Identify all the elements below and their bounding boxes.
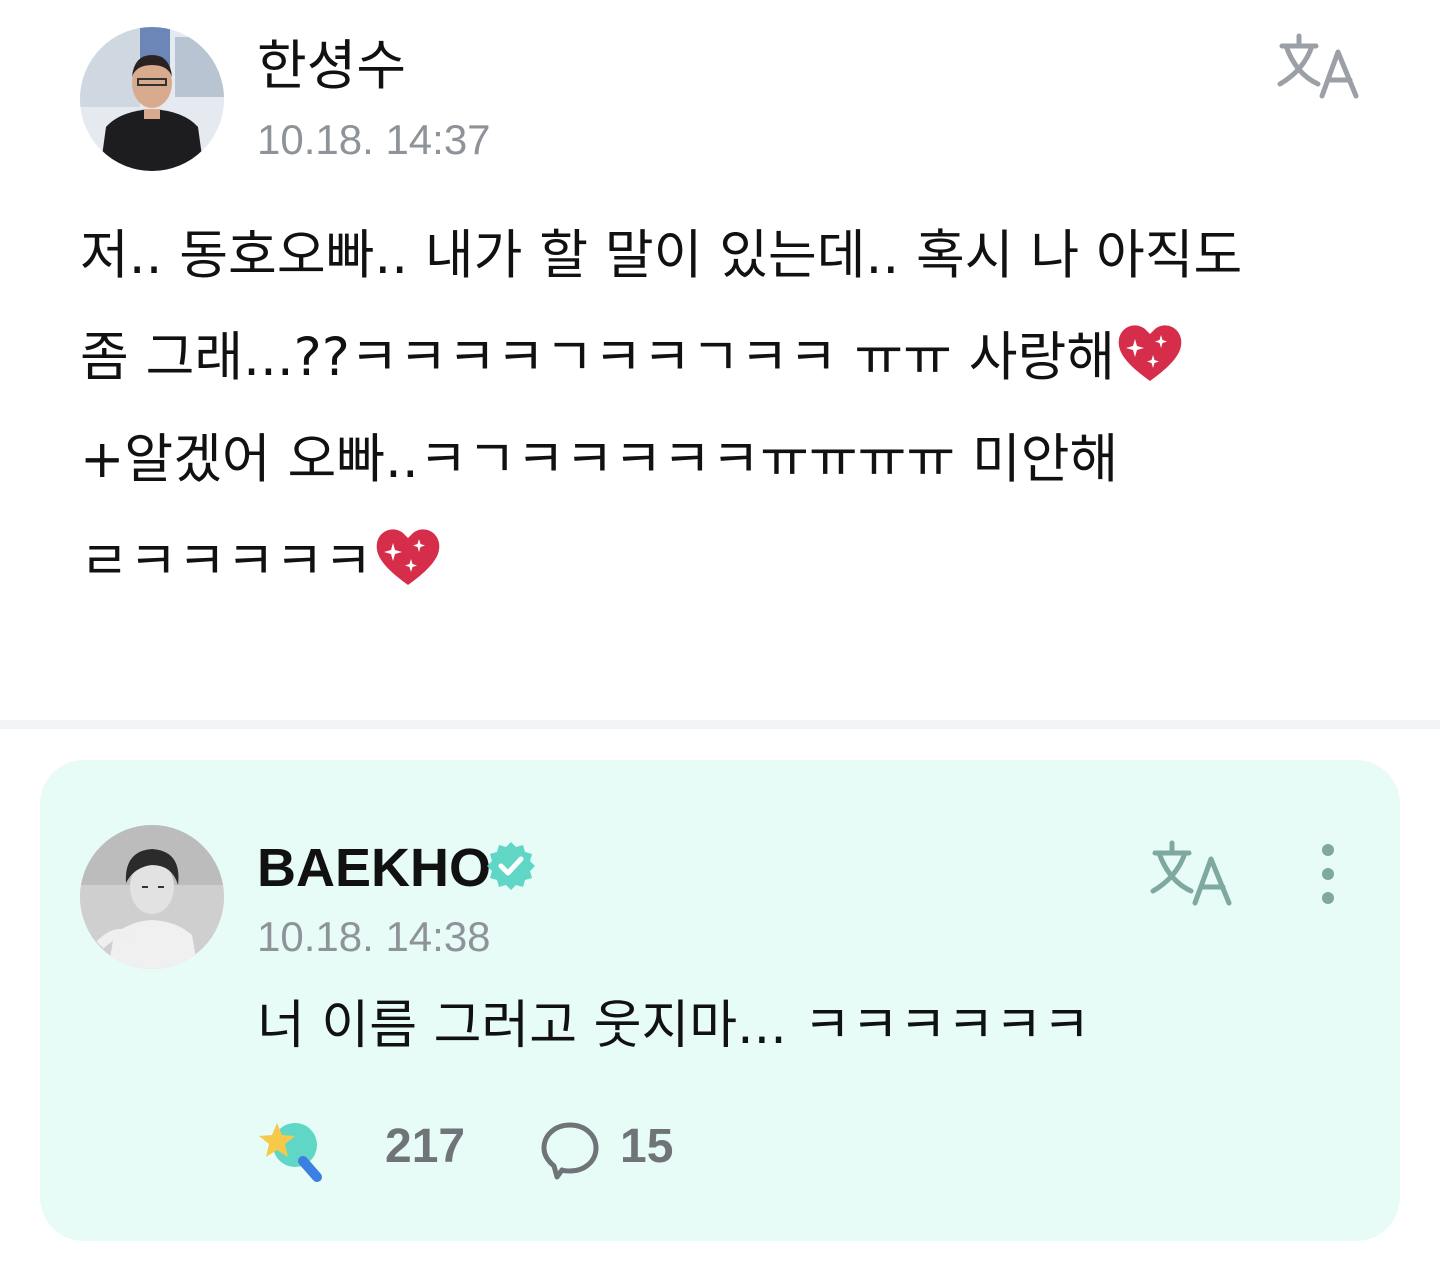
author-avatar[interactable] xyxy=(80,27,224,171)
post-body: 저.. 동호오빠.. 내가 할 말이 있는데.. 혹시 나 아직도 좀 그래..… xyxy=(80,205,1370,613)
post-timestamp: 10.18. 14:37 xyxy=(257,116,491,163)
reply-text: 너 이름 그러고 웃지마... ㅋㅋㅋㅋㅋㅋ xyxy=(257,996,1091,1056)
post-line-with-emoji: ㄹㅋㅋㅋㅋㅋ xyxy=(80,511,1370,613)
like-count: 217 xyxy=(385,1120,466,1173)
verified-badge-icon xyxy=(485,840,537,892)
more-vertical-icon[interactable] xyxy=(1310,842,1346,912)
reply-author-name[interactable]: BAEKHO xyxy=(257,836,491,900)
translate-icon[interactable] xyxy=(1145,837,1235,907)
comment-icon[interactable] xyxy=(539,1119,601,1181)
artist-reply-card[interactable]: BAEKHO 10.18. 14:38 너 이름 그러고 웃지마... ㅋㅋㅋㅋ… xyxy=(40,760,1400,1241)
post-line: 좀 그래...??ㅋㅋㅋㅋㄱㅋㅋㄱㅋㅋ ㅠㅠ 사랑해 xyxy=(80,327,1116,388)
comment-count: 15 xyxy=(620,1120,674,1173)
post-line: +알겠어 오빠..ㅋㄱㅋㅋㅋㅋㅋㅠㅠㅠㅠ 미안해 xyxy=(80,429,1119,490)
post-line: ㄹㅋㅋㅋㅋㅋ xyxy=(80,531,373,592)
author-name[interactable]: 한셩수 xyxy=(257,34,406,98)
sparkling-heart-icon xyxy=(1115,317,1185,381)
sparkling-heart-icon xyxy=(373,521,443,585)
post-line-with-emoji: 좀 그래...??ㅋㅋㅋㅋㄱㅋㅋㄱㅋㅋ ㅠㅠ 사랑해 xyxy=(80,307,1370,409)
reply-timestamp: 10.18. 14:38 xyxy=(257,913,491,960)
original-post: 한셩수 10.18. 14:37 저.. 동호오빠.. 내가 할 말이 있는데.… xyxy=(0,0,1440,720)
like-icon[interactable] xyxy=(257,1115,327,1185)
section-divider xyxy=(0,720,1440,729)
translate-icon[interactable] xyxy=(1272,30,1362,100)
post-line: 저.. 동호오빠.. 내가 할 말이 있는데.. 혹시 나 아직도 xyxy=(80,225,1243,286)
reply-author-avatar[interactable] xyxy=(80,825,224,969)
